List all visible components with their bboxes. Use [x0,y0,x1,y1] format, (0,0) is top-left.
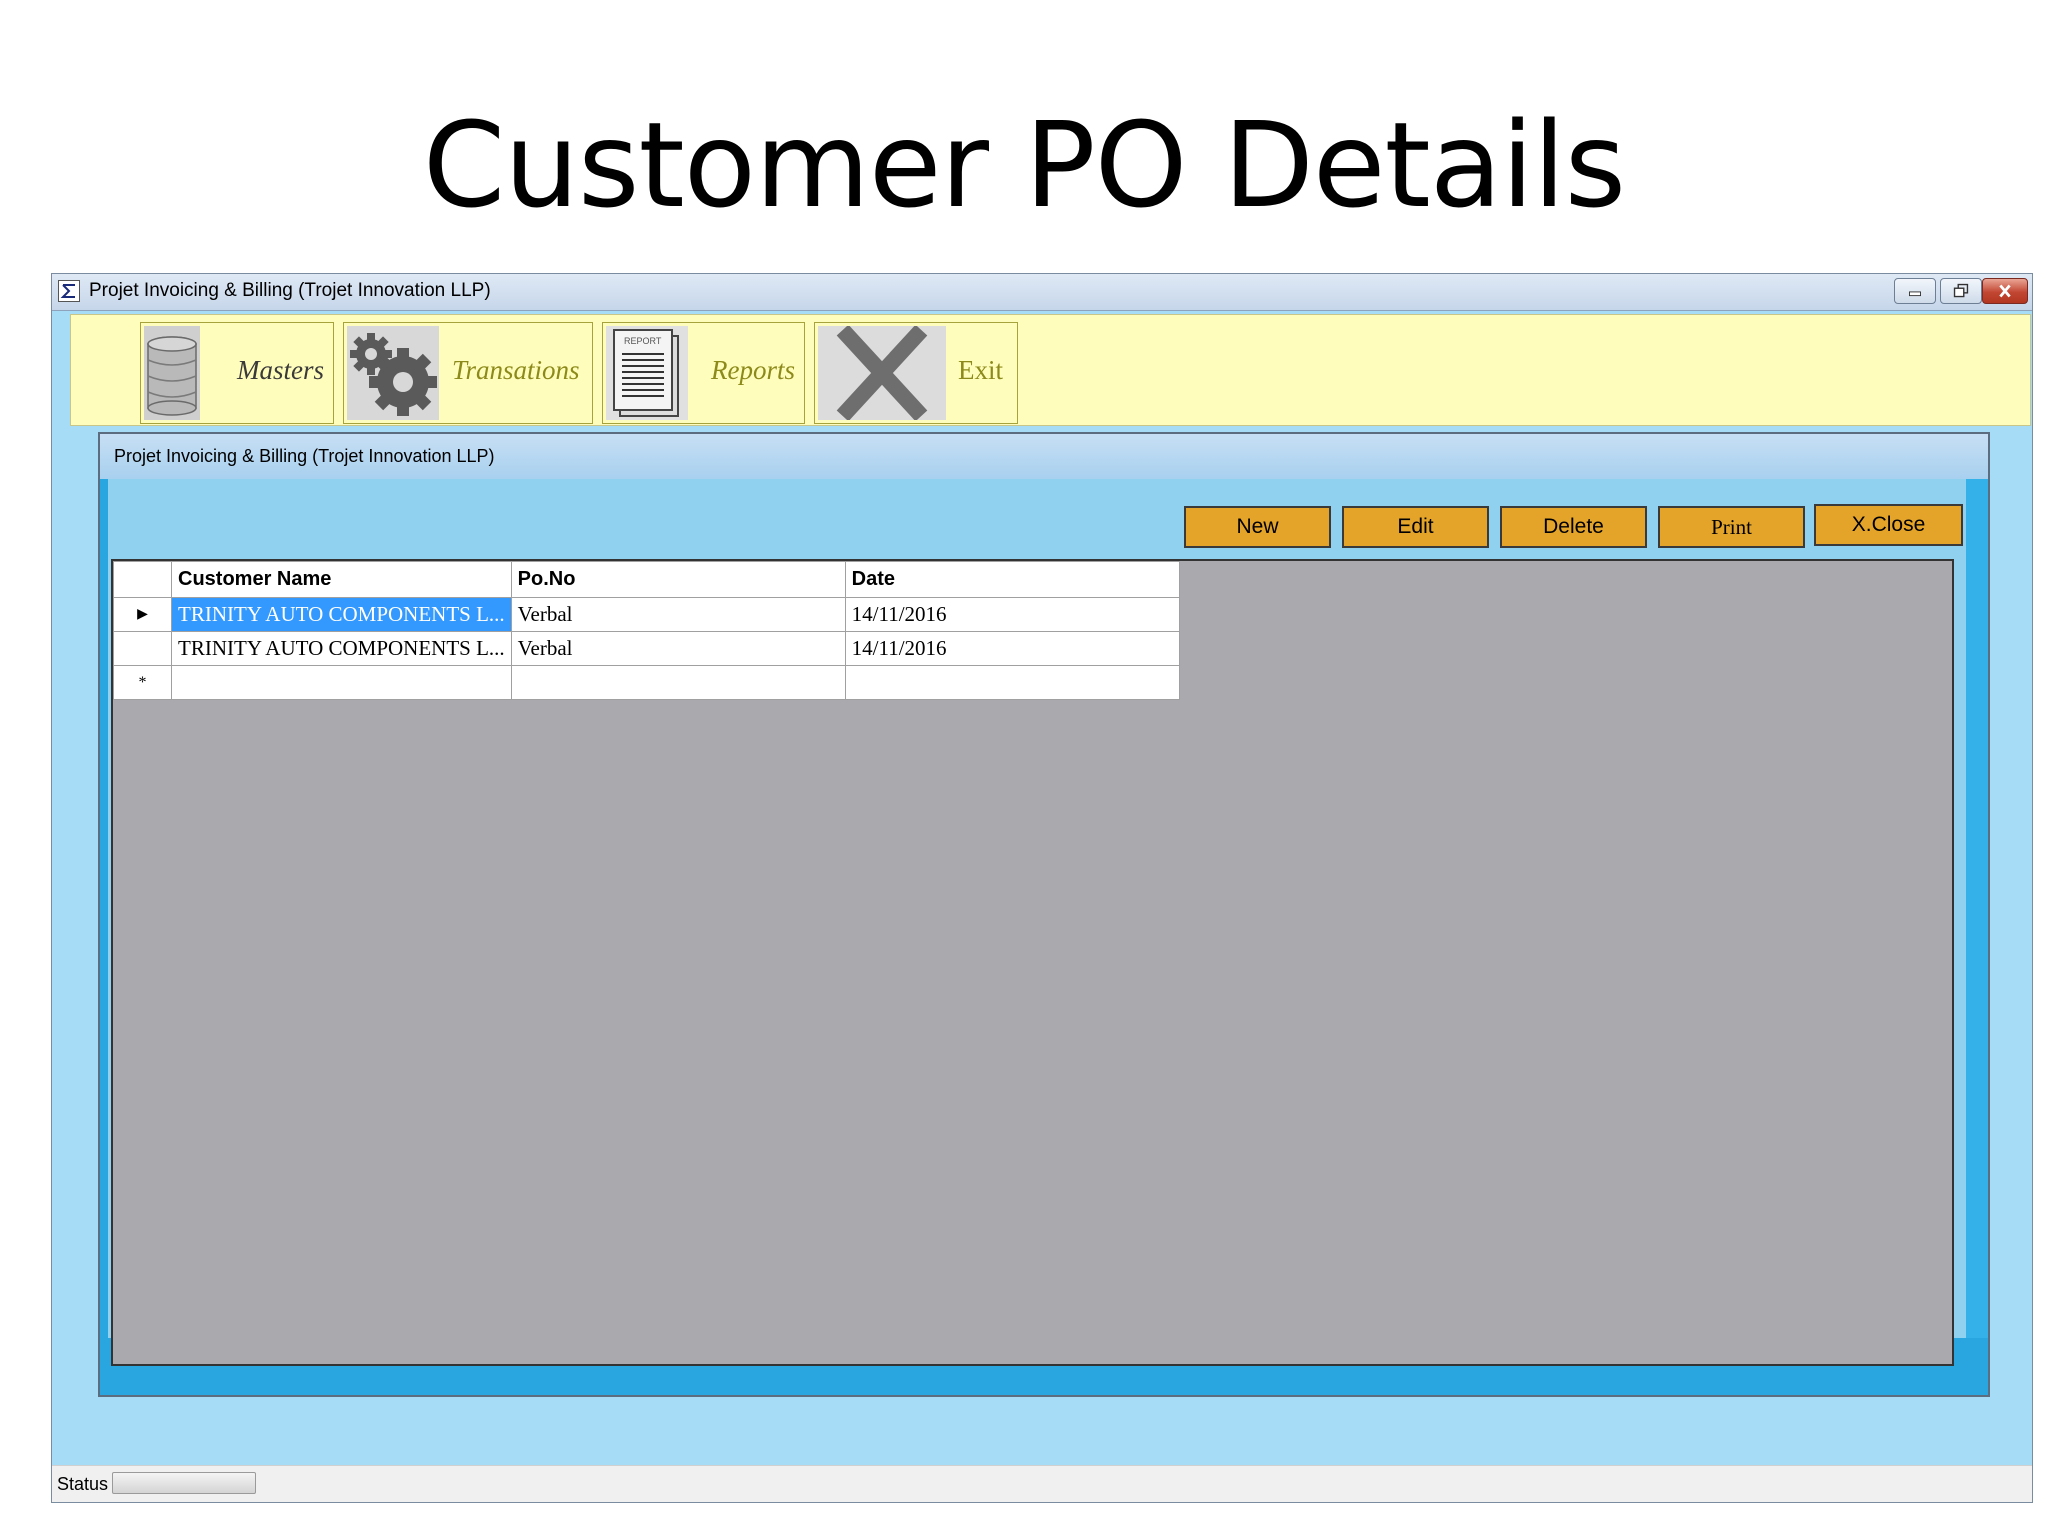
transactions-label: Transations [452,355,580,385]
table-row[interactable]: ▶ TRINITY AUTO COMPONENTS L... Verbal 14… [113,597,1180,632]
new-button[interactable]: New [1184,506,1331,548]
row-indicator-current[interactable]: ▶ [113,597,172,632]
po-table: Customer Name Po.No Date ▶ TRINITY AUTO … [113,561,1180,700]
header-corner [113,561,172,598]
cell-date[interactable]: 14/11/2016 [844,631,1180,666]
slide-title: Customer PO Details [422,96,1626,234]
main-window: Projet Invoicing & Billing (Trojet Innov… [51,273,2033,1503]
status-label: Status [57,1474,109,1494]
exit-x-icon [818,324,946,422]
cell-po-no-new[interactable] [510,665,846,700]
minimize-button[interactable] [1894,278,1936,304]
cell-customer-name[interactable]: TRINITY AUTO COMPONENTS L... [171,597,512,632]
cell-po-no[interactable]: Verbal [510,597,846,632]
report-icon: REPORT [606,326,688,420]
cell-customer-name-new[interactable] [171,665,512,700]
transactions-button[interactable]: Transations [343,322,593,424]
gears-icon [347,326,439,420]
column-header-customer-name[interactable]: Customer Name [171,561,512,598]
close-window-button[interactable] [1982,278,2028,304]
row-indicator[interactable] [113,631,172,666]
customer-po-window: Projet Invoicing & Billing (Trojet Innov… [98,432,1990,1397]
delete-button[interactable]: Delete [1500,506,1647,548]
restore-button[interactable] [1940,278,1982,304]
masters-button[interactable]: Masters [140,322,334,424]
cell-date-new[interactable] [844,665,1180,700]
report-icon-caption: REPORT [624,336,662,346]
cell-date[interactable]: 14/11/2016 [844,597,1180,632]
exit-button[interactable]: Exit [814,322,1018,424]
main-toolbar: Masters Transations REPORT Reports Exit [70,314,2031,426]
cell-customer-name[interactable]: TRINITY AUTO COMPONENTS L... [171,631,512,666]
print-button[interactable]: Print [1658,506,1805,548]
exit-label: Exit [958,355,1003,385]
close-icon [1999,284,2011,298]
cell-po-no[interactable]: Verbal [510,631,846,666]
column-header-po-no[interactable]: Po.No [510,561,846,598]
child-window-title: Projet Invoicing & Billing (Trojet Innov… [114,446,495,466]
status-progress-bar [112,1472,256,1494]
reports-button[interactable]: REPORT Reports [602,322,805,424]
child-window-titlebar[interactable]: Projet Invoicing & Billing (Trojet Innov… [100,434,1988,479]
status-bar: Status [52,1465,2032,1502]
table-row[interactable]: TRINITY AUTO COMPONENTS L... Verbal 14/1… [113,631,1180,666]
app-icon [58,280,80,302]
close-button[interactable]: X.Close [1814,504,1963,546]
child-window-edge [1966,479,1988,1338]
column-header-date[interactable]: Date [844,561,1180,598]
edit-button[interactable]: Edit [1342,506,1489,548]
table-header-row: Customer Name Po.No Date [113,561,1180,598]
restore-icon [1953,283,1969,298]
new-row-indicator[interactable]: * [113,665,172,700]
table-row-new[interactable]: * [113,665,1180,700]
minimize-icon [1909,291,1921,297]
masters-label: Masters [237,355,324,385]
database-icon [144,326,200,420]
po-data-grid[interactable]: Customer Name Po.No Date ▶ TRINITY AUTO … [111,559,1954,1366]
window-title: Projet Invoicing & Billing (Trojet Innov… [89,280,491,301]
window-titlebar[interactable]: Projet Invoicing & Billing (Trojet Innov… [52,274,2032,311]
child-window-body: New Edit Delete Print X.Close Customer N… [108,479,1966,1366]
reports-label: Reports [711,355,795,385]
